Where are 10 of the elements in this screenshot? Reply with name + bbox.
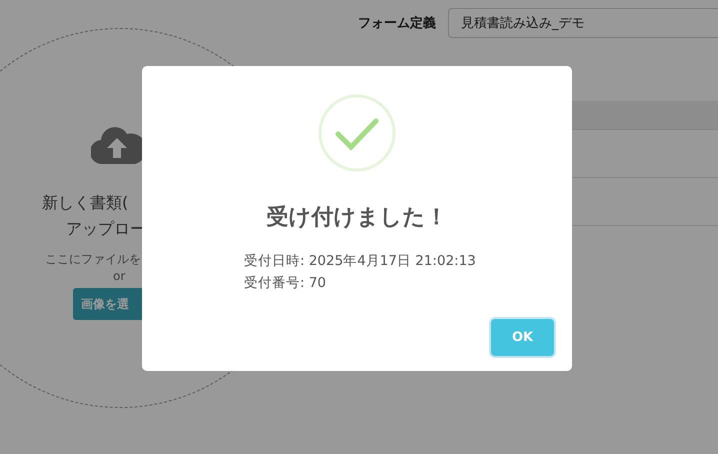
upload-title: 新しく書類( — [42, 192, 128, 214]
or-text: or — [113, 268, 126, 284]
success-check-icon — [318, 94, 396, 172]
ok-button[interactable]: OK — [491, 319, 554, 356]
receipt-detail: 受付日時: 2025年4月17日 21:02:13 — [244, 252, 476, 271]
receipt-detail: 受付番号: 70 — [244, 274, 328, 293]
form-definition-label: フォーム定義 — [358, 14, 436, 32]
dialog-title: 受け付けました！ — [266, 204, 448, 232]
upload-hint: ここにファイルを — [45, 251, 141, 268]
form-definition-select[interactable]: 見積書読み込み_デモ — [448, 8, 718, 38]
